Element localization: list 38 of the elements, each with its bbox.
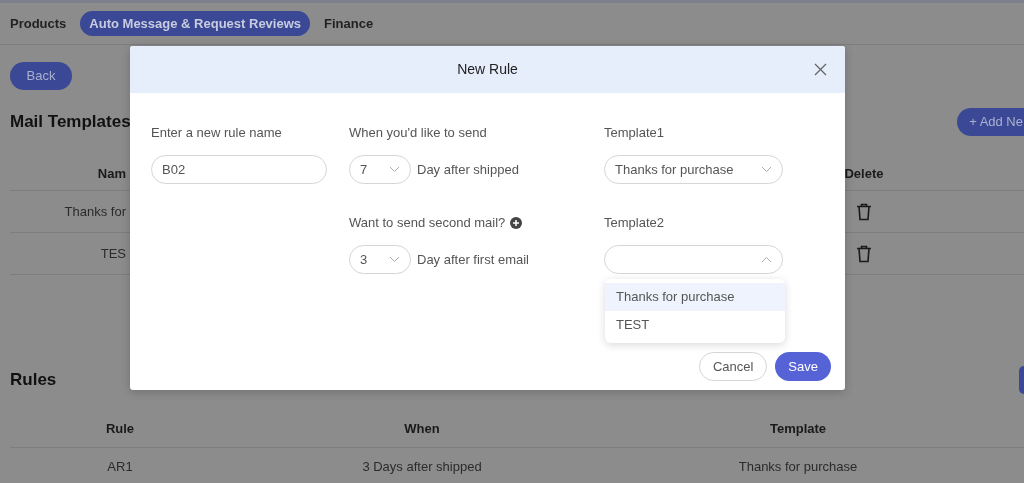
chevron-down-icon bbox=[389, 256, 400, 263]
table-cell-text: 3 Days after shipped bbox=[362, 457, 482, 476]
modal-title: New Rule bbox=[457, 60, 518, 79]
cancel-button[interactable]: Cancel bbox=[698, 352, 768, 381]
chevron-down-icon bbox=[389, 166, 400, 173]
rule-name-field[interactable]: B02 bbox=[151, 155, 327, 184]
add-button[interactable] bbox=[1019, 366, 1024, 394]
dropdown-option[interactable]: Thanks for purchase bbox=[605, 283, 785, 311]
add-icon[interactable] bbox=[510, 217, 523, 229]
nav-tab[interactable]: Finance bbox=[324, 10, 374, 37]
field-label: Want to send second mail? bbox=[349, 215, 506, 231]
table-cell-text: TES bbox=[100, 244, 126, 263]
dropdown-option[interactable]: TEST bbox=[605, 311, 785, 339]
trash-icon[interactable] bbox=[856, 202, 872, 221]
table-cell-text: AR1 bbox=[107, 457, 133, 476]
column-header: Template bbox=[614, 410, 982, 448]
column-header: Rule bbox=[10, 410, 230, 448]
field-label: Template1 bbox=[604, 125, 665, 141]
back-button[interactable]: Back bbox=[10, 62, 72, 90]
trash-icon[interactable] bbox=[856, 244, 872, 263]
save-button[interactable]: Save bbox=[775, 352, 831, 381]
chevron-up-icon bbox=[761, 256, 772, 263]
table-cell-text: Thanks for bbox=[64, 202, 126, 221]
column-header: When bbox=[230, 410, 614, 448]
chevron-down-icon bbox=[761, 166, 772, 173]
field-label: Template2 bbox=[604, 215, 665, 231]
section-heading: Rules bbox=[10, 369, 57, 391]
table-cell-text: Thanks for purchase bbox=[738, 457, 858, 476]
section-heading: Mail Templates bbox=[10, 111, 131, 133]
field-suffix: Day after first email bbox=[417, 250, 529, 269]
add-button[interactable]: + Add Ne bbox=[957, 108, 1024, 136]
field-label: When you'd like to send bbox=[349, 125, 487, 141]
nav-tab[interactable]: Products bbox=[10, 10, 67, 37]
column-header: Nam bbox=[10, 157, 126, 191]
close-icon[interactable] bbox=[814, 63, 827, 76]
field-label: Enter a new rule name bbox=[151, 125, 283, 141]
nav-tab[interactable]: Auto Message & Request Reviews bbox=[80, 10, 311, 37]
field-suffix: Day after shipped bbox=[417, 160, 519, 179]
